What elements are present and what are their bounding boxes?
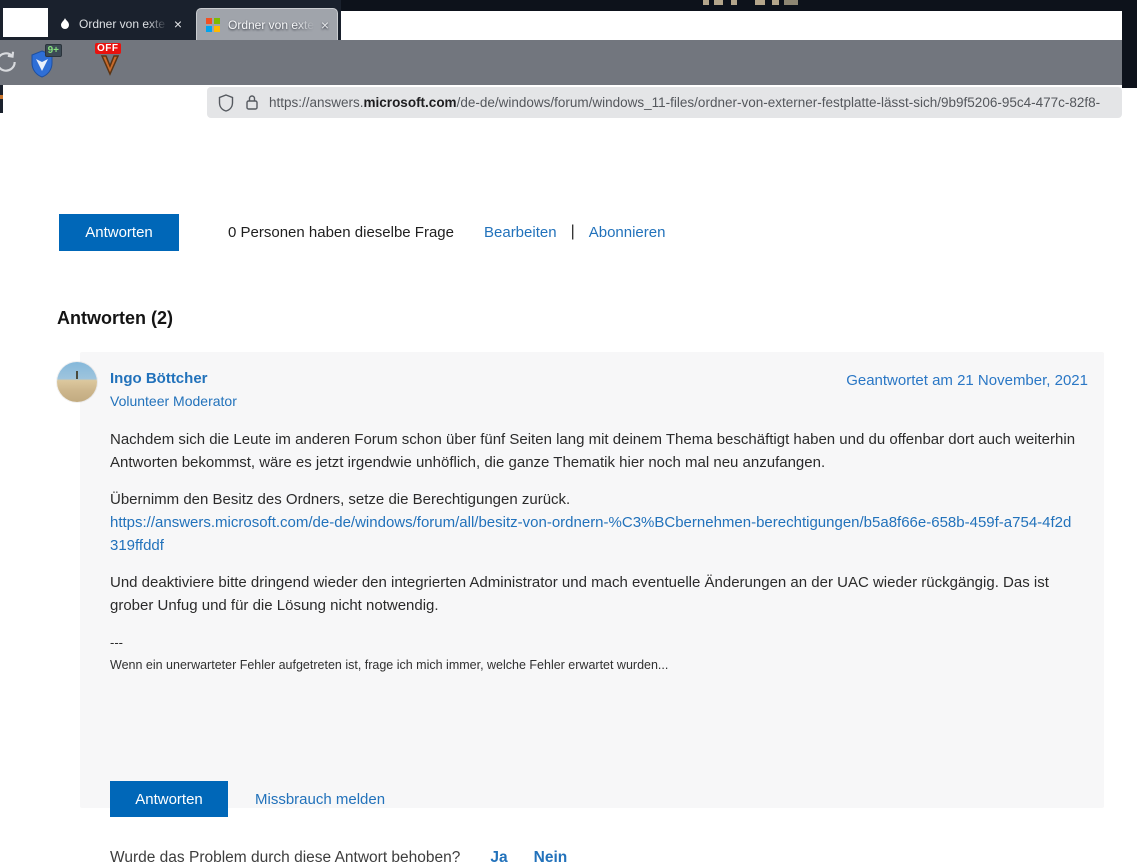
extension-badge: 9+ <box>44 44 62 57</box>
answer-paragraph: Und deaktiviere bitte dringend wieder de… <box>110 574 1049 614</box>
edit-link[interactable]: Bearbeiten <box>484 224 557 241</box>
tracking-shield-icon[interactable] <box>218 93 234 112</box>
signature-divider: --- <box>110 635 123 650</box>
thread-action-links: Bearbeiten | Abonnieren <box>484 223 665 241</box>
answer-paragraph: Übernimm den Besitz des Ordners, setze d… <box>110 491 571 508</box>
extension-badge: OFF <box>95 43 121 54</box>
url-text: https://answers.microsoft.com/de-de/wind… <box>269 95 1101 110</box>
overlapping-window-fragment <box>3 8 48 37</box>
address-bar[interactable]: https://answers.microsoft.com/de-de/wind… <box>207 87 1122 118</box>
reply-button[interactable]: Antworten <box>59 214 179 251</box>
answers-heading: Antworten (2) <box>57 308 173 328</box>
browser-toolbar: 9+ OFF https://answers.microsoft.com/de-… <box>0 40 1137 118</box>
browser-tab-2-active[interactable]: Ordner von exte × <box>196 8 338 40</box>
helpful-yes-link[interactable]: Ja <box>490 849 507 867</box>
browser-tab-1[interactable]: Ordner von exte × <box>48 8 190 40</box>
same-question-count: 0 Personen haben dieselbe Frage <box>228 224 454 241</box>
answer-card: Ingo Böttcher Volunteer Moderator Geantw… <box>57 352 1104 866</box>
tab-close-icon[interactable]: × <box>317 17 337 33</box>
microsoft-logo-icon <box>206 17 222 33</box>
window-right-edge <box>1122 0 1137 88</box>
lock-icon[interactable] <box>245 94 259 111</box>
page-content: Antworten 0 Personen haben dieselbe Frag… <box>0 85 1137 866</box>
link-separator: | <box>570 223 575 240</box>
flame-icon <box>57 16 73 32</box>
signature-text: Wenn ein unerwarteter Fehler aufgetreten… <box>110 658 669 672</box>
answer-body: Nachdem sich die Leute im anderen Forum … <box>110 428 1078 674</box>
author-role: Volunteer Moderator <box>110 393 237 409</box>
subscribe-link[interactable]: Abonnieren <box>589 224 666 241</box>
answer-date[interactable]: Geantwortet am 21 November, 2021 <box>846 372 1088 389</box>
helpful-no-link[interactable]: Nein <box>534 849 568 867</box>
avatar[interactable] <box>57 362 97 402</box>
helpful-question: Wurde das Problem durch diese Antwort be… <box>110 849 461 866</box>
report-abuse-link[interactable]: Missbrauch melden <box>255 791 385 808</box>
answer-actions: Antworten Missbrauch melden <box>110 781 385 817</box>
author-name[interactable]: Ingo Böttcher <box>110 370 208 387</box>
downloader-extension-icon[interactable]: OFF <box>95 43 126 80</box>
shield-extension-icon[interactable]: 9+ <box>28 44 62 80</box>
tab-title: Ordner von exte <box>228 17 315 32</box>
reply-to-answer-button[interactable]: Antworten <box>110 781 228 817</box>
answer-link[interactable]: https://answers.microsoft.com/de-de/wind… <box>110 511 1078 557</box>
answer-paragraph: Nachdem sich die Leute im anderen Forum … <box>110 431 1076 471</box>
tab-title: Ordner von exte <box>79 17 166 31</box>
tab-close-icon[interactable]: × <box>170 16 190 32</box>
helpful-row: Wurde das Problem durch diese Antwort be… <box>110 849 567 867</box>
sidebar-edge-fragment <box>0 85 3 113</box>
reload-icon[interactable] <box>0 49 19 75</box>
